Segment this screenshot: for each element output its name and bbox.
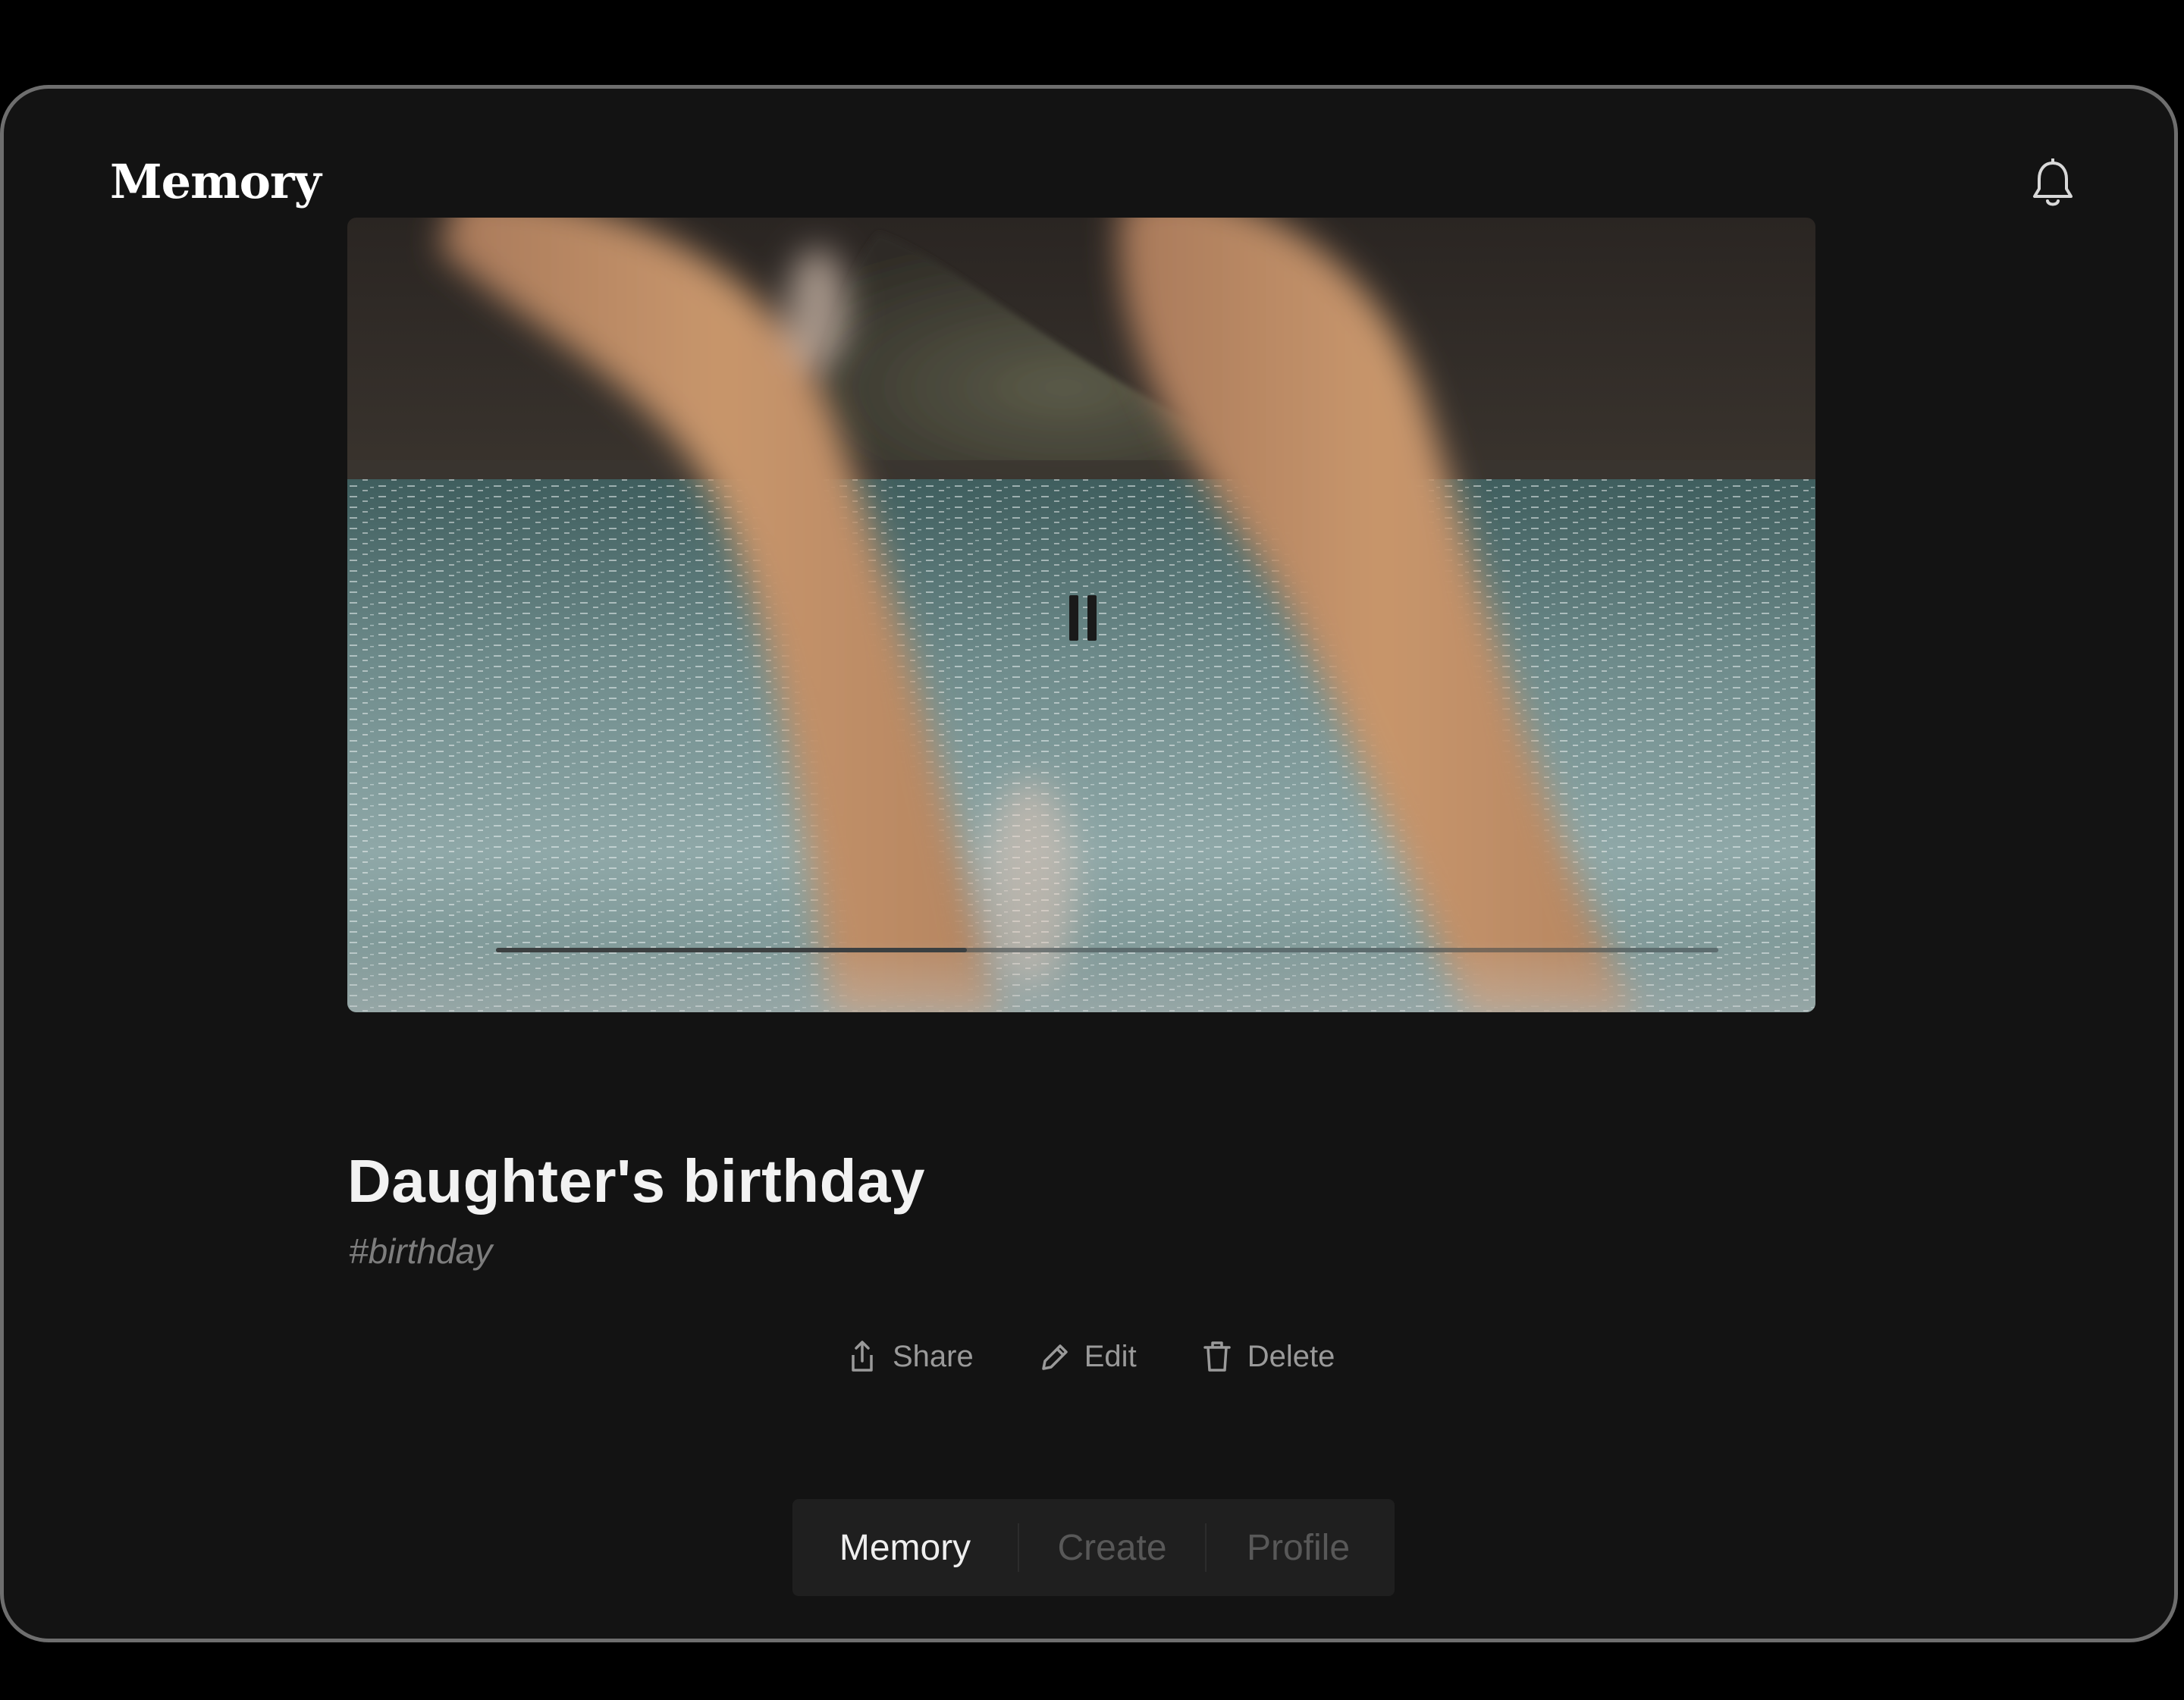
share-icon xyxy=(852,1341,873,1372)
video-player[interactable] xyxy=(347,218,1815,1012)
trash-icon xyxy=(1203,1341,1231,1372)
tab-profile[interactable]: Profile xyxy=(1207,1527,1390,1569)
notifications-button[interactable] xyxy=(2030,158,2076,210)
delete-button[interactable]: Delete xyxy=(1202,1340,1335,1374)
bell-icon xyxy=(2033,158,2073,206)
app-title: Memory xyxy=(110,154,322,209)
memory-tag[interactable]: #birthday xyxy=(349,1231,492,1272)
bottom-tab-bar: Memory Create Profile xyxy=(792,1499,1395,1596)
share-button[interactable]: Share xyxy=(847,1340,974,1374)
memory-title: Daughter's birthday xyxy=(347,1147,925,1215)
pencil-icon xyxy=(1042,1344,1068,1370)
pause-icon xyxy=(1069,595,1078,641)
edit-button[interactable]: Edit xyxy=(1039,1340,1137,1374)
memory-actions: Share Edit Delete xyxy=(847,1332,1335,1381)
pause-button[interactable] xyxy=(1060,588,1103,648)
tab-create[interactable]: Create xyxy=(1019,1527,1205,1569)
tab-memory[interactable]: Memory xyxy=(792,1527,1018,1569)
share-label: Share xyxy=(893,1339,974,1373)
video-progress-bar[interactable] xyxy=(496,948,1718,952)
app-window: Memory Daughter's birthday #birthday Sha… xyxy=(0,85,2178,1642)
video-progress-fill xyxy=(496,948,967,952)
delete-label: Delete xyxy=(1247,1339,1335,1373)
edit-label: Edit xyxy=(1084,1339,1137,1373)
